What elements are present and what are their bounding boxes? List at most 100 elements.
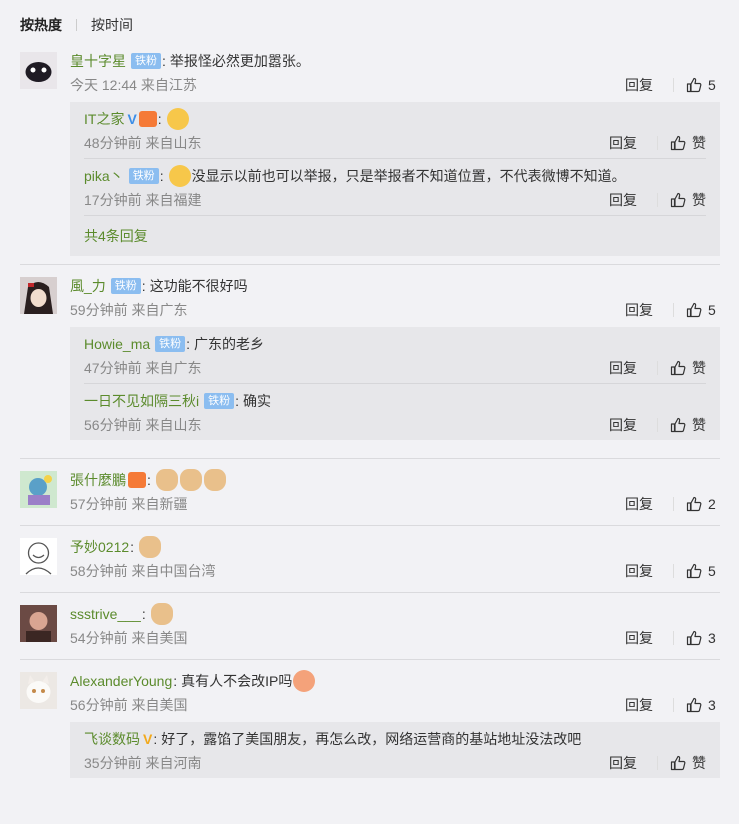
thumbs-up-icon [686,302,702,318]
divider [20,458,720,459]
like-count: 5 [708,302,716,318]
doge-emoji-icon [155,469,178,491]
thumbs-up-icon [670,755,686,771]
comment-item: 皇十字星 铁粉 : 举报怪必然更加嚣张。 今天 12:44 来自江苏 回复 5 … [0,50,739,256]
sort-divider [76,19,77,31]
username[interactable]: 風_力 [70,275,106,297]
username[interactable]: 一日不见如隔三秋i [84,390,199,412]
laugh-cry-emoji-icon [166,108,189,130]
username[interactable]: ssstrive___ [70,603,141,625]
more-replies-link[interactable]: 共4条回复 [84,216,706,256]
like-button[interactable]: 5 [686,77,720,93]
comment-meta: 56分钟前 来自美国 [70,697,188,713]
sort-by-time-tab[interactable]: 按时间 [91,15,133,35]
thumbs-up-icon [686,697,702,713]
fan-badge[interactable]: 铁粉 [204,393,235,409]
comment-meta: 54分钟前 来自美国 [70,630,188,646]
reply-button[interactable]: 回复 [625,561,653,581]
laugh-cry-emoji-icon [168,165,191,187]
thumbs-up-icon [686,630,702,646]
like-button[interactable]: 5 [686,563,720,579]
thumbs-up-icon [670,360,686,376]
comment-text: 举报怪必然更加嚣张。 [169,53,310,69]
like-label: 赞 [692,192,706,208]
like-button[interactable]: 2 [686,496,720,512]
vip-icon: V [143,731,153,747]
reply-button[interactable]: 回复 [609,415,637,435]
avatar[interactable] [20,605,57,642]
reply-meta: 17分钟前 来自福建 [84,192,202,208]
reply-button[interactable]: 回复 [625,628,653,648]
reply-meta: 35分钟前 来自河南 [84,755,202,771]
reply-item: pika丶 铁粉 : 没显示以前也可以举报，只是举报者不知道位置，不代表微博不知… [84,159,706,216]
fan-badge[interactable]: 铁粉 [155,336,186,352]
username[interactable]: 皇十字星 [70,50,126,72]
reply-button[interactable]: 回复 [625,300,653,320]
username[interactable]: 飞谈数码 [84,728,140,750]
username[interactable]: pika丶 [84,165,124,187]
reply-button[interactable]: 回复 [625,494,653,514]
username[interactable]: 予妙0212 [70,536,129,558]
avatar[interactable] [20,672,57,709]
reply-text: 确实 [243,393,272,409]
like-button[interactable]: 赞 [670,133,706,153]
like-button[interactable]: 3 [686,630,720,646]
like-button[interactable]: 赞 [670,190,706,210]
reply-button[interactable]: 回复 [625,75,653,95]
like-label: 赞 [692,417,706,433]
comment-item: 予妙0212 : 58分钟前 来自中国台湾 回复 5 [0,536,739,584]
avatar[interactable] [20,52,57,89]
sort-bar: 按热度 按时间 [0,0,739,50]
reply-meta: 47分钟前 来自广东 [84,360,202,376]
like-label: 赞 [692,360,706,376]
reply-button[interactable]: 回复 [609,358,637,378]
like-count: 2 [708,496,716,512]
avatar[interactable] [20,471,57,508]
reply-text: 没显示以前也可以举报，只是举报者不知道位置，不代表微博不知道。 [191,168,626,184]
like-button[interactable]: 5 [686,302,720,318]
reply-button[interactable]: 回复 [609,753,637,773]
like-button[interactable]: 赞 [670,753,706,773]
comment-text: 这功能不很好吗 [149,278,248,294]
thumbs-up-icon [670,135,686,151]
like-count: 3 [708,697,716,713]
fan-level-icon [128,472,146,488]
thumbs-up-icon [670,192,686,208]
divider [20,525,720,526]
username[interactable]: 張什麼鵬 [70,469,126,491]
reply-text: 好了，露馅了美国朋友，再怎么改，网络运营商的基站地址没法改吧 [161,731,582,747]
fan-badge[interactable]: 铁粉 [128,168,159,184]
sort-by-hot-tab[interactable]: 按热度 [20,15,62,35]
reply-text: 广东的老乡 [194,336,265,352]
replies-box: IT之家 V : 48分钟前 来自山东 回复 赞 pika丶 铁粉: 没显示以… [70,102,720,256]
comment-meta: 57分钟前 来自新疆 [70,496,188,512]
username[interactable]: IT之家 [84,108,124,130]
divider [20,659,720,660]
divider [20,264,720,265]
comment-item: 張什麼鵬 : 57分钟前 来自新疆 回复 2 [0,469,739,517]
reply-item: 飞谈数码 V : 好了，露馅了美国朋友，再怎么改，网络运营商的基站地址没法改吧 … [84,722,706,778]
reply-item: 一日不见如隔三秋i 铁粉 : 确实 56分钟前 来自山东 回复 赞 [84,384,706,440]
username[interactable]: AlexanderYoung [70,670,172,692]
reply-button[interactable]: 回复 [625,695,653,715]
username[interactable]: Howie_ma [84,333,150,355]
reply-item: Howie_ma 铁粉 : 广东的老乡 47分钟前 来自广东 回复 赞 [84,327,706,384]
thumbs-up-icon [686,496,702,512]
replies-box: Howie_ma 铁粉 : 广东的老乡 47分钟前 来自广东 回复 赞 一日不见… [70,327,720,440]
avatar[interactable] [20,538,57,575]
fan-badge[interactable]: 铁粉 [131,53,161,69]
comment-text: 真有人不会改IP吗 [181,673,293,689]
like-button[interactable]: 赞 [670,415,706,435]
doge-emoji-icon [179,469,202,491]
comment-item: 風_力 铁粉 : 这功能不很好吗 59分钟前 来自广东 回复 5 Howie_m… [0,275,739,440]
reply-button[interactable]: 回复 [609,190,637,210]
doge-emoji-icon [203,469,226,491]
like-label: 赞 [692,755,706,771]
fan-badge[interactable]: 铁粉 [110,278,141,294]
comment-meta: 58分钟前 来自中国台湾 [70,563,216,579]
thumbs-up-icon [686,77,702,93]
like-button[interactable]: 3 [686,697,720,713]
like-button[interactable]: 赞 [670,358,706,378]
avatar[interactable] [20,277,57,314]
reply-button[interactable]: 回复 [609,133,637,153]
